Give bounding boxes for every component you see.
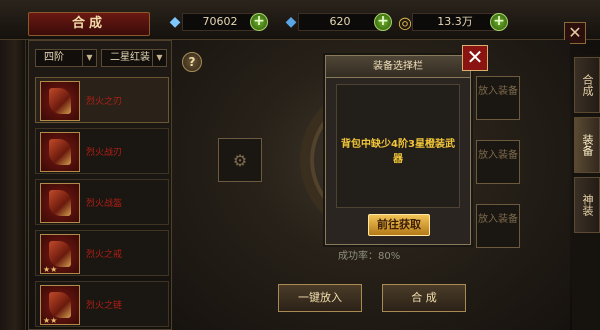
list-item[interactable]: ★★ 烈火之链 [35, 281, 169, 327]
right-tab-bar: 合成 装备 神装 [572, 55, 600, 330]
resource-crystal: ◆ 620 + [280, 11, 392, 33]
add-gold-button[interactable]: + [490, 13, 508, 31]
item-icon: ★★ [40, 285, 80, 325]
modal-title: 装备选择栏 [326, 56, 470, 78]
dragon-ornament [0, 0, 26, 330]
item-name: 烈火之戒 [86, 250, 123, 260]
item-name: 烈火战刃 [86, 148, 123, 158]
crystal-count: 620 [298, 13, 382, 31]
help-icon[interactable]: ? [182, 52, 202, 72]
modal-message: 背包中缺少4阶3星橙装武器 [341, 139, 455, 165]
equipment-select-modal: 装备选择栏 背包中缺少4阶3星橙装武器 前往获取 [325, 55, 471, 245]
resource-gold: ◎ 13.3万 + [394, 11, 508, 33]
quality-select[interactable]: 二星红装 ▼ [101, 49, 167, 67]
resource-diamond: ◆ 70602 + [164, 11, 268, 33]
chevron-down-icon: ▼ [152, 50, 166, 66]
center-slot[interactable]: ⚙ [218, 138, 262, 182]
go-obtain-button[interactable]: 前往获取 [368, 214, 430, 236]
star-icon: ★★ [43, 265, 58, 274]
slot-label: 放入装备 [478, 150, 518, 161]
lock-icon: ⚙ [232, 151, 248, 170]
page-title: 合成 [28, 12, 150, 36]
chevron-down-icon: ▼ [82, 50, 96, 66]
tab-equipment[interactable]: 装备 [574, 117, 600, 173]
item-icon [40, 81, 80, 121]
tab-divine-equipment[interactable]: 神装 [574, 177, 600, 233]
item-icon: ★★ [40, 234, 80, 274]
quality-select-value: 二星红装 [110, 52, 150, 63]
tier-select[interactable]: 四阶 ▼ [35, 49, 97, 67]
modal-body: 背包中缺少4阶3星橙装武器 [336, 84, 460, 208]
top-bar: 合成 ◆ 70602 + ◆ 620 + ◎ 13.3万 + [0, 0, 600, 40]
diamond-count: 70602 [182, 13, 258, 31]
slot-label: 放入装备 [478, 86, 518, 97]
list-item[interactable]: ★★ 烈火之戒 [35, 230, 169, 276]
gold-count: 13.3万 [412, 13, 498, 31]
slot-label: 放入装备 [478, 214, 518, 225]
modal-close-button[interactable]: ✕ [462, 45, 488, 71]
item-list-panel: 四阶 ▼ 二星红装 ▼ 烈火之刃 烈火战刃 烈火战盔 ★★ 烈火之戒 ★★ 烈火… [28, 40, 172, 330]
list-item[interactable]: 烈火之刃 [35, 77, 169, 123]
auto-put-button[interactable]: 一键放入 [278, 284, 362, 312]
close-icon: ✕ [466, 45, 484, 69]
star-icon: ★★ [43, 316, 58, 325]
list-item[interactable]: 烈火战盔 [35, 179, 169, 225]
tier-select-value: 四阶 [44, 52, 64, 63]
item-name: 烈火之链 [86, 301, 123, 311]
list-item[interactable]: 烈火战刃 [35, 128, 169, 174]
item-name: 烈火战盔 [86, 199, 123, 209]
compose-button[interactable]: 合 成 [382, 284, 466, 312]
item-icon [40, 132, 80, 172]
put-equipment-slot-3[interactable]: 放入装备 [476, 204, 520, 248]
put-equipment-slot-2[interactable]: 放入装备 [476, 140, 520, 184]
add-crystal-button[interactable]: + [374, 13, 392, 31]
put-equipment-slot-1[interactable]: 放入装备 [476, 76, 520, 120]
close-icon: ✕ [568, 23, 582, 42]
add-diamond-button[interactable]: + [250, 13, 268, 31]
item-icon [40, 183, 80, 223]
game-screen: 合成 ◆ 70602 + ◆ 620 + ◎ 13.3万 + ✕ 四阶 ▼ 二星… [0, 0, 600, 330]
item-name: 烈火之刃 [86, 97, 123, 107]
tab-compose[interactable]: 合成 [574, 57, 600, 113]
success-rate: 成功率：80% [338, 251, 401, 262]
